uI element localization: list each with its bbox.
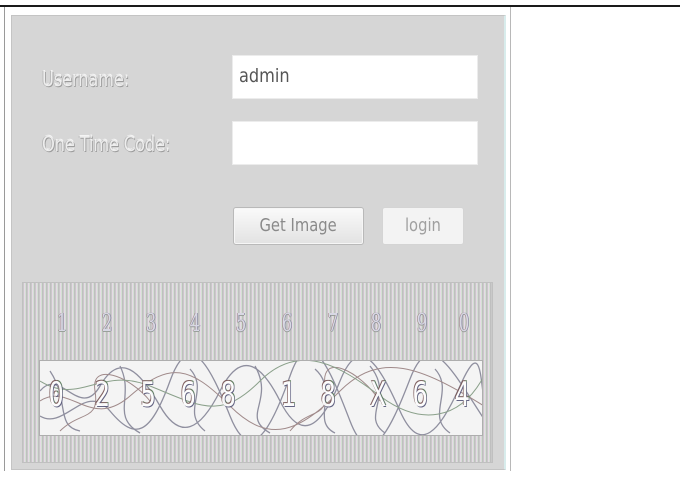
- captcha-key-digit: 0: [458, 309, 470, 337]
- captcha-scrambled-glyph: 5: [140, 375, 156, 415]
- get-image-button[interactable]: Get Image: [233, 207, 364, 245]
- one-time-code-label: One Time Code:: [42, 132, 171, 156]
- captcha-scrambled-glyph: 4: [454, 375, 470, 415]
- username-value: admin: [239, 65, 290, 87]
- captcha-key-digit: 5: [235, 309, 247, 337]
- frame-left-border: [4, 7, 5, 471]
- captcha-noise-strip: 0 2 5 6 8 1 8 X 6 4: [39, 360, 483, 436]
- captcha-scrambled-glyph: 0: [48, 375, 64, 415]
- captcha-key-digit: 2: [101, 309, 113, 337]
- captcha-scrambled-glyph: 6: [180, 375, 196, 415]
- captcha-scrambled-glyph: 1: [280, 375, 296, 415]
- captcha-scrambled-glyph: 6: [412, 375, 428, 415]
- get-image-button-label: Get Image: [259, 215, 338, 236]
- frame-right-border: [510, 7, 511, 471]
- captcha-key-digit: 8: [370, 309, 382, 337]
- username-label: Username:: [42, 67, 129, 91]
- captcha-key-digit: 9: [416, 309, 428, 337]
- captcha-scrambled-glyph: 8: [220, 375, 236, 415]
- captcha-key-digit: 4: [189, 309, 201, 337]
- login-button-label: login: [405, 215, 441, 236]
- one-time-code-input[interactable]: [232, 121, 478, 165]
- username-input[interactable]: admin: [232, 55, 478, 99]
- captcha-key-digit: 7: [327, 309, 339, 337]
- captcha-image: 1 2 3 4 5 6 7 8 9 0 0 2 5 6 8 1 8 X 6 4: [22, 282, 493, 463]
- login-panel: Username: admin One Time Code: Get Image…: [11, 15, 506, 470]
- captcha-key-digit: 6: [281, 309, 293, 337]
- login-button[interactable]: login: [382, 207, 464, 245]
- captcha-key-digit: 1: [56, 309, 68, 337]
- captcha-key-digit: 3: [145, 309, 157, 337]
- captcha-key-digits: 1 2 3 4 5 6 7 8 9 0: [23, 309, 494, 349]
- top-rule: [0, 5, 680, 7]
- captcha-scrambled-glyph: X: [370, 375, 386, 415]
- captcha-scrambled-glyph: 2: [94, 375, 110, 415]
- captcha-scrambled-glyph: 8: [320, 375, 336, 415]
